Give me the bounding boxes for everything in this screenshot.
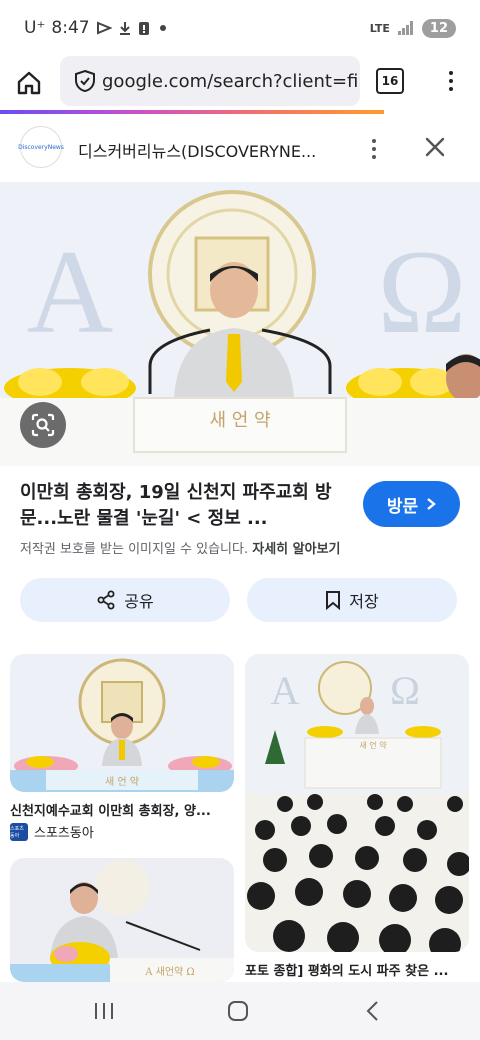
learn-more-link[interactable]: 자세히 알아보기 — [252, 542, 340, 557]
tabs-counter-button[interactable]: 16 — [376, 68, 404, 94]
related-thumbnail: 새 언 약 — [10, 654, 234, 792]
alpha-letter: A — [27, 225, 114, 358]
share-button[interactable]: 공유 — [20, 578, 230, 622]
clock: 8:47 — [51, 18, 90, 38]
svg-text:A: A — [271, 668, 300, 713]
home-button[interactable] — [0, 56, 58, 110]
source-logo-text: 스포츠동아 — [10, 825, 24, 839]
related-image-card[interactable]: A Ω 새 언 약 — [245, 654, 469, 952]
address-bar[interactable]: google.com/search?client=fire — [60, 56, 360, 106]
home-icon — [17, 71, 41, 95]
battery-badge: 12 — [421, 18, 456, 38]
main-image[interactable]: A Ω 새 언 약 — [0, 182, 480, 466]
url-text: google.com/search?client=fire — [102, 70, 360, 92]
back-button[interactable] — [352, 996, 392, 1026]
browser-menu-button[interactable] — [436, 66, 466, 96]
related-caption[interactable]: 신천지예수교회 이만희 총회장, 양... — [10, 800, 234, 819]
image-viewer-header: DiscoveryNews 디스커버리뉴스(DISCOVERYNE... — [0, 118, 480, 180]
image-title[interactable]: 이만희 총회장, 19일 신천지 파주교회 방문...노란 물결 '눈길' < … — [20, 480, 350, 532]
cast-icon — [96, 21, 112, 35]
thumbnail-podium-text: 새 언 약 — [105, 776, 139, 788]
system-navigation-bar — [0, 982, 480, 1040]
visit-label: 방문 — [386, 496, 419, 517]
home-nav-button[interactable] — [218, 996, 258, 1026]
related-image-card[interactable]: A 새언약 Ω — [10, 858, 234, 982]
share-label: 공유 — [124, 592, 154, 611]
back-icon — [366, 1001, 378, 1021]
main-image-illustration: A Ω 새 언 약 — [0, 182, 480, 466]
site-logo[interactable]: DiscoveryNews — [18, 126, 64, 168]
site-logo-text: DiscoveryNews — [18, 143, 64, 151]
podium-text: 새 언 약 — [209, 410, 270, 431]
network-label: LTE — [369, 21, 390, 35]
related-caption[interactable]: 포토 종합] 평화의 도시 파주 찾은 ... — [245, 960, 469, 979]
site-name[interactable]: 디스커버리뉴스(DISCOVERYNE... — [78, 138, 316, 162]
close-icon[interactable] — [420, 132, 450, 162]
related-source[interactable]: 스포츠동아 스포츠동아 — [10, 822, 94, 841]
bookmark-icon — [326, 591, 341, 610]
related-thumbnail: A 새언약 Ω — [10, 858, 234, 982]
recent-apps-icon — [95, 1003, 113, 1019]
save-label: 저장 — [349, 592, 379, 611]
save-button[interactable]: 저장 — [247, 578, 457, 622]
thumbnail-podium-text: A 새언약 Ω — [144, 966, 194, 978]
visit-button[interactable]: 방문 — [363, 481, 460, 527]
chevron-right-icon — [427, 498, 437, 510]
more-options-button[interactable] — [362, 134, 386, 164]
source-name: 스포츠동아 — [34, 826, 94, 841]
status-bar: U⁺ 8:47 LTE 12 — [0, 0, 480, 56]
audience — [245, 794, 469, 952]
alert-icon — [138, 22, 149, 35]
related-image-card[interactable]: 새 언 약 — [10, 654, 234, 792]
svg-text:Ω: Ω — [390, 668, 420, 713]
copyright-text: 저작권 보호를 받는 이미지일 수 있습니다. — [20, 542, 249, 557]
shield-icon — [75, 69, 95, 93]
lens-search-button[interactable] — [20, 402, 66, 448]
share-icon — [97, 590, 115, 610]
page-load-progress — [0, 110, 384, 114]
thumbnail-podium-text: 새 언 약 — [359, 740, 387, 750]
home-nav-icon — [228, 1001, 248, 1021]
recent-apps-button[interactable] — [84, 996, 124, 1026]
signal-icon — [397, 21, 413, 35]
copyright-notice: 저작권 보호를 받는 이미지일 수 있습니다. 자세히 알아보기 — [20, 538, 341, 557]
lens-icon — [31, 413, 55, 437]
download-icon — [119, 22, 130, 35]
related-thumbnail: A Ω 새 언 약 — [245, 654, 469, 952]
omega-letter: Ω — [377, 225, 466, 358]
carrier-label: U⁺ — [24, 18, 46, 38]
browser-toolbar: google.com/search?client=fire 16 — [0, 56, 480, 110]
dot-icon — [159, 25, 166, 31]
source-logo: 스포츠동아 — [10, 822, 28, 841]
